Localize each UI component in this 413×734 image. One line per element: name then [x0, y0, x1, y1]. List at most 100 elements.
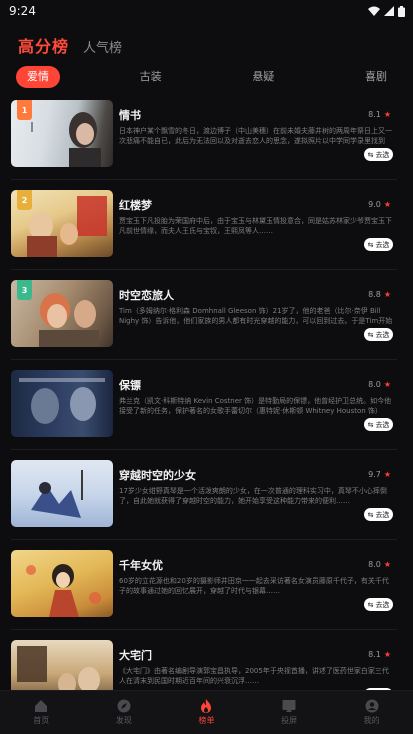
movie-score: 8.0 ★ [368, 560, 391, 569]
select-button[interactable]: ⇆去选 [364, 598, 393, 611]
movie-description: 《大宅门》由著名编剧导演郭宝昌执导，2005年于央视首播，讲述了医药世家白家三代… [119, 667, 389, 685]
nav-label: 投屏 [281, 716, 298, 725]
nav-profile[interactable]: 我的 [331, 699, 413, 726]
score-value: 8.0 [368, 380, 381, 389]
ticket-icon: ⇆ [367, 510, 374, 519]
select-button-label: 去选 [375, 600, 390, 609]
movie-score: 8.1 ★ [368, 650, 391, 659]
nav-ranking[interactable]: 榜单 [165, 699, 247, 726]
signal-icon [384, 6, 394, 16]
movie-score: 9.7 ★ [368, 470, 391, 479]
score-value: 8.1 [368, 110, 381, 119]
select-button-label: 去选 [375, 420, 390, 429]
movie-description: 60岁的立花源也和20岁的摄影师井田京一一起去采访著名女演员藤原千代子，有关千代… [119, 577, 389, 595]
star-icon: ★ [383, 650, 391, 659]
movie-item[interactable]: 3 时空恋旅人 8.8 ★ Tim（多姆纳尔·格利森 Domhnall Glees… [11, 270, 397, 360]
bottom-nav: 首页 发现 榜单 投屏 我的 [0, 690, 413, 734]
star-icon: ★ [383, 290, 391, 299]
poster-art [26, 564, 101, 617]
movie-poster[interactable] [11, 640, 113, 690]
wifi-icon [368, 6, 380, 16]
movie-poster[interactable]: 3 [11, 280, 113, 347]
select-button[interactable]: ⇆去选 [364, 508, 393, 521]
home-icon [35, 700, 48, 712]
rank-badge: 3 [17, 280, 32, 300]
category-bar: 爱情 古装 悬疑 喜剧 [16, 66, 398, 88]
movie-list: 1 情书 8.1 ★ 日本神户某个飘雪的冬日，渡边博子（中山美穗）在前未婚夫藤井树… [0, 90, 413, 690]
ticket-icon: ⇆ [367, 330, 374, 339]
poster-art [19, 378, 105, 424]
cast-icon [282, 700, 296, 712]
ticket-icon: ⇆ [367, 150, 374, 159]
movie-title[interactable]: 保镖 [119, 377, 141, 393]
select-button[interactable]: ⇆去选 [364, 328, 393, 341]
category-costume[interactable]: 古装 [129, 66, 173, 88]
movie-poster[interactable] [11, 370, 113, 437]
select-button-label: 去选 [375, 330, 390, 339]
ticket-icon: ⇆ [367, 600, 374, 609]
poster-art [31, 470, 83, 518]
select-button-label: 去选 [375, 150, 390, 159]
category-comedy[interactable]: 喜剧 [354, 66, 398, 88]
movie-item[interactable]: 1 情书 8.1 ★ 日本神户某个飘雪的冬日，渡边博子（中山美穗）在前未婚夫藤井树… [11, 90, 397, 180]
select-button-label: 去选 [375, 510, 390, 519]
select-button[interactable]: ⇆去选 [364, 418, 393, 431]
nav-label: 榜单 [198, 716, 215, 725]
movie-item[interactable]: 穿越时空的少女 9.7 ★ 17岁少女绀野真琴是一个活泼爽朗的少女，在一次普通的理… [11, 450, 397, 540]
movie-item[interactable]: 千年女优 8.0 ★ 60岁的立花源也和20岁的摄影师井田京一一起去采访著名女演员… [11, 540, 397, 630]
movie-item[interactable]: 2 红楼梦 9.0 ★ 贾宝玉下凡投胎为荣国府中后，由于宝玉与林黛玉情投意合，同是… [11, 180, 397, 270]
nav-home[interactable]: 首页 [0, 699, 82, 726]
score-value: 9.7 [368, 470, 381, 479]
ticket-icon: ⇆ [367, 420, 374, 429]
profile-icon [365, 699, 379, 713]
movie-poster[interactable]: 2 [11, 190, 113, 257]
movie-item[interactable]: 大宅门 8.1 ★ 《大宅门》由著名编剧导演郭宝昌执导，2005年于央视首播，讲述… [11, 630, 397, 690]
category-romance[interactable]: 爱情 [16, 66, 60, 88]
movie-title[interactable]: 红楼梦 [119, 197, 152, 213]
movie-description: 贾宝玉下凡投胎为荣国府中后，由于宝玉与林黛玉情投意合，同是姑苏林家少爷贾宝玉下凡… [119, 217, 392, 235]
poster-art [17, 646, 100, 690]
movie-description: Tim（多姆纳尔·格利森 Domhnall Gleeson 饰）21岁了，他的老… [119, 307, 393, 325]
movie-poster[interactable] [11, 460, 113, 527]
star-icon: ★ [383, 110, 391, 119]
movie-poster[interactable] [11, 550, 113, 617]
movie-score: 8.0 ★ [368, 380, 391, 389]
movie-description: 17岁少女绀野真琴是一个活泼爽朗的少女，在一次普通的理科实习中，真琴不小心摔倒了… [119, 487, 387, 505]
movie-poster[interactable]: 1 [11, 100, 113, 167]
nav-discover[interactable]: 发现 [83, 699, 165, 726]
tab-popularity[interactable]: 人气榜 [83, 37, 122, 56]
discover-icon [117, 699, 131, 713]
category-suspense[interactable]: 悬疑 [241, 66, 285, 88]
select-button[interactable]: ⇆去选 [364, 148, 393, 161]
movie-item[interactable]: 保镖 8.0 ★ 弗兰克（凯文·科斯特纳 Kevin Costner 饰）是特勤局… [11, 360, 397, 450]
nav-label: 首页 [33, 716, 50, 725]
movie-score: 8.8 ★ [368, 290, 391, 299]
movie-title[interactable]: 大宅门 [119, 647, 152, 663]
score-value: 8.0 [368, 560, 381, 569]
movie-title[interactable]: 穿越时空的少女 [119, 467, 196, 483]
nav-cast[interactable]: 投屏 [248, 699, 330, 726]
star-icon: ★ [383, 200, 391, 209]
rank-badge: 2 [17, 190, 32, 210]
battery-icon [398, 5, 405, 17]
fire-icon [201, 699, 212, 713]
movie-title[interactable]: 时空恋旅人 [119, 287, 174, 303]
star-icon: ★ [383, 380, 391, 389]
movie-title[interactable]: 情书 [119, 107, 141, 123]
top-tabs: 高分榜 人气榜 [18, 33, 122, 57]
movie-score: 8.1 ★ [368, 110, 391, 119]
nav-label: 我的 [363, 716, 380, 725]
star-icon: ★ [383, 560, 391, 569]
score-value: 8.1 [368, 650, 381, 659]
select-button-label: 去选 [375, 240, 390, 249]
rank-badge: 1 [17, 100, 32, 120]
movie-title[interactable]: 千年女优 [119, 557, 163, 573]
movie-description: 弗兰克（凯文·科斯特纳 Kevin Costner 饰）是特勤局的保镖，他曾经护… [119, 397, 392, 415]
movie-score: 9.0 ★ [368, 200, 391, 209]
star-icon: ★ [383, 470, 391, 479]
status-icons [368, 5, 405, 17]
tab-high-score[interactable]: 高分榜 [18, 33, 69, 57]
movie-description: 日本神户某个飘雪的冬日，渡边博子（中山美穗）在前未婚夫藤井树的两周年祭日上又一次… [119, 127, 392, 145]
select-button[interactable]: ⇆去选 [364, 238, 393, 251]
score-value: 8.8 [368, 290, 381, 299]
